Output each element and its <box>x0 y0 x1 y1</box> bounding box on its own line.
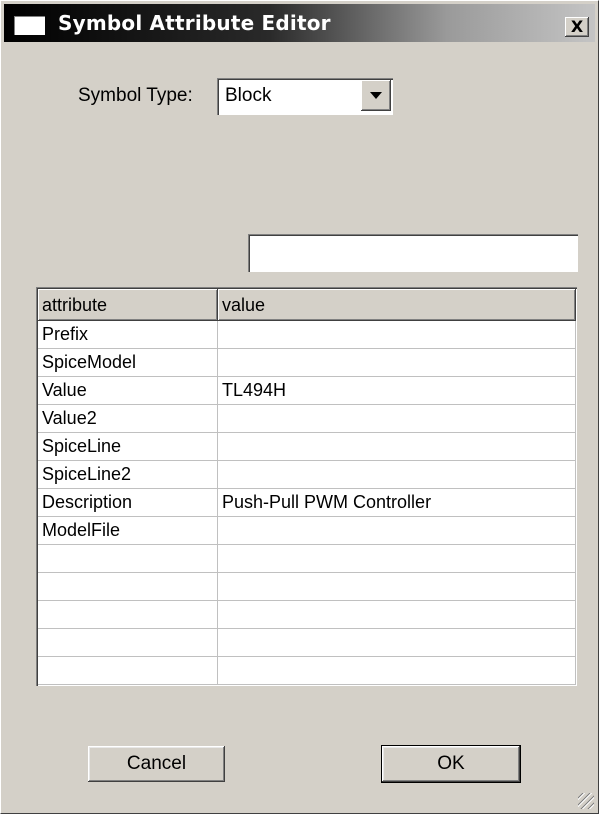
attribute-cell[interactable]: Value <box>38 377 218 405</box>
symbol-type-value: Block <box>225 85 272 106</box>
attribute-cell[interactable] <box>38 657 218 685</box>
table-row[interactable] <box>38 657 576 685</box>
attribute-cell[interactable] <box>38 545 218 573</box>
attribute-cell[interactable] <box>38 629 218 657</box>
value-cell[interactable] <box>218 517 576 545</box>
value-cell[interactable] <box>218 601 576 629</box>
ok-button[interactable]: OK <box>381 745 521 783</box>
attribute-cell[interactable]: Value2 <box>38 405 218 433</box>
symbol-type-label: Symbol Type: <box>78 85 193 106</box>
table-header: attribute value <box>38 289 576 321</box>
value-cell[interactable] <box>218 321 576 349</box>
table-row[interactable]: SpiceLine2 <box>38 461 576 489</box>
column-header-attribute[interactable]: attribute <box>38 289 218 321</box>
symbol-type-dropdown[interactable]: Block <box>217 78 393 115</box>
attribute-cell[interactable]: Description <box>38 489 218 517</box>
close-button[interactable]: X <box>565 17 589 37</box>
symbol-attribute-editor-window: Symbol Attribute Editor X Symbol Type: B… <box>0 0 599 814</box>
table-row[interactable] <box>38 629 576 657</box>
value-cell[interactable] <box>218 545 576 573</box>
window-title: Symbol Attribute Editor <box>58 11 331 35</box>
value-cell[interactable] <box>218 657 576 685</box>
value-cell[interactable]: TL494H <box>218 377 576 405</box>
attribute-cell[interactable]: SpiceModel <box>38 349 218 377</box>
value-cell[interactable]: Push-Pull PWM Controller <box>218 489 576 517</box>
chevron-down-icon <box>370 92 382 99</box>
value-cell[interactable] <box>218 461 576 489</box>
table-row[interactable] <box>38 573 576 601</box>
value-cell[interactable] <box>218 405 576 433</box>
close-icon: X <box>570 17 584 36</box>
cancel-button[interactable]: Cancel <box>88 746 225 782</box>
table-row[interactable]: ModelFile <box>38 517 576 545</box>
table-body: Prefix SpiceModel Value TL494H Value2 SpiceLi… <box>38 321 576 685</box>
table-row[interactable]: SpiceModel <box>38 349 576 377</box>
attribute-table[interactable]: attribute value Prefix SpiceModel Value TL4… <box>36 287 577 686</box>
attribute-cell[interactable] <box>38 601 218 629</box>
value-cell[interactable] <box>218 573 576 601</box>
attribute-text-field[interactable] <box>248 234 578 272</box>
attribute-cell[interactable]: SpiceLine <box>38 433 218 461</box>
dropdown-button[interactable] <box>361 80 391 111</box>
table-row[interactable]: Value2 <box>38 405 576 433</box>
attribute-cell[interactable] <box>38 573 218 601</box>
attribute-cell[interactable]: Prefix <box>38 321 218 349</box>
value-cell[interactable] <box>218 629 576 657</box>
table-row[interactable] <box>38 601 576 629</box>
attribute-cell[interactable]: ModelFile <box>38 517 218 545</box>
window-icon <box>14 16 45 35</box>
table-row[interactable]: SpiceLine <box>38 433 576 461</box>
table-row[interactable]: Value TL494H <box>38 377 576 405</box>
column-header-value[interactable]: value <box>218 289 576 321</box>
attribute-cell[interactable]: SpiceLine2 <box>38 461 218 489</box>
resize-grip-icon[interactable] <box>578 793 594 809</box>
table-row[interactable] <box>38 545 576 573</box>
value-cell[interactable] <box>218 349 576 377</box>
value-cell[interactable] <box>218 433 576 461</box>
table-row[interactable]: Description Push-Pull PWM Controller <box>38 489 576 517</box>
title-bar[interactable]: Symbol Attribute Editor X <box>4 4 595 42</box>
table-row[interactable]: Prefix <box>38 321 576 349</box>
